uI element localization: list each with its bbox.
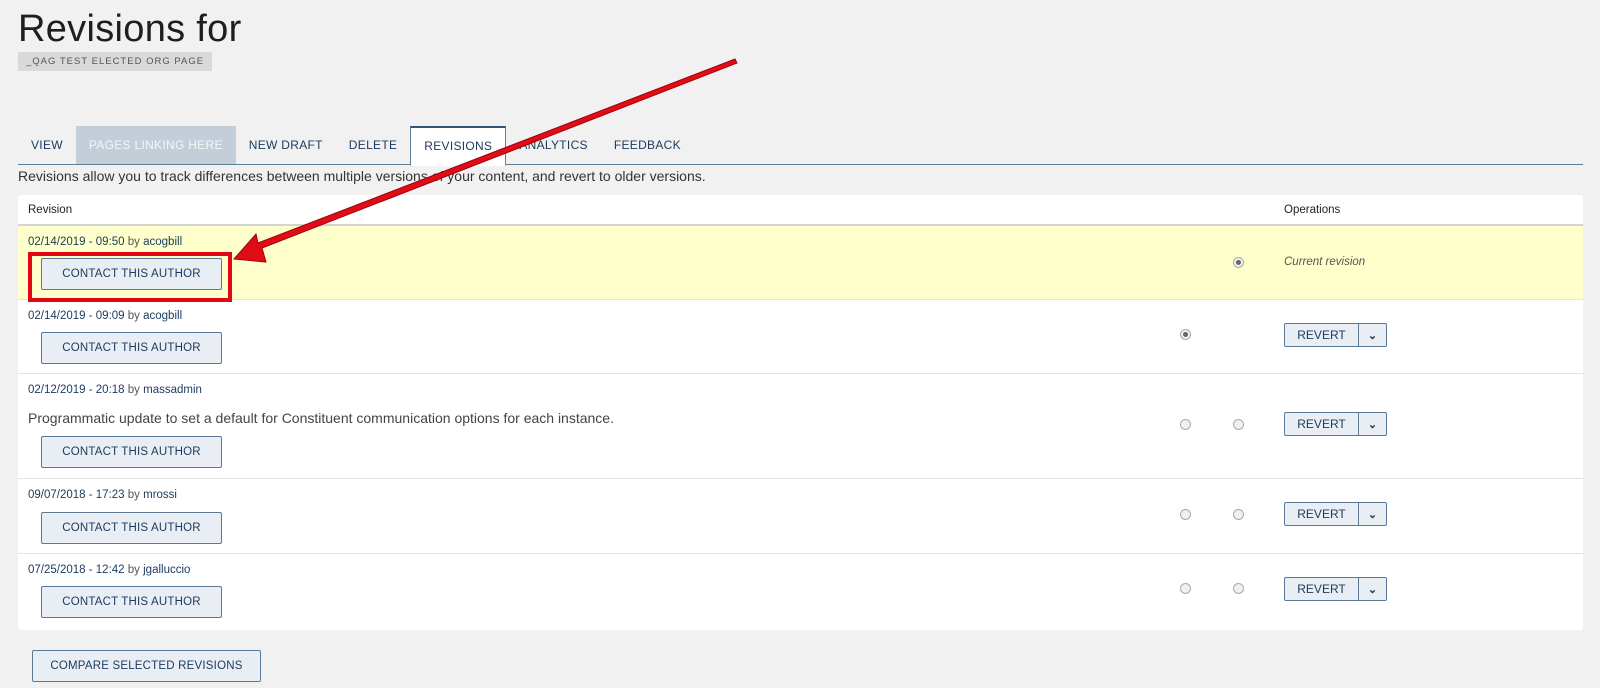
table-row: 02/12/2019 - 20:18 by massadmin Programm…	[18, 374, 1583, 479]
page-subtitle-tag: _QAG TEST ELECTED ORG PAGE	[18, 52, 213, 71]
contact-author-button[interactable]: CONTACT THIS AUTHOR	[41, 258, 222, 290]
compare-radio-right[interactable]	[1233, 509, 1244, 520]
tabs-bar: VIEW PAGES LINKING HERE NEW DRAFT DELETE…	[18, 126, 1583, 166]
revert-button[interactable]: REVERT	[1285, 503, 1359, 525]
revert-split-button: REVERT ⌄	[1284, 502, 1387, 526]
compare-radio-right[interactable]	[1233, 257, 1244, 268]
revision-date-link[interactable]: 02/12/2019 - 20:18	[28, 384, 125, 396]
revision-date-link[interactable]: 02/14/2019 - 09:09	[28, 310, 125, 322]
chevron-down-icon[interactable]: ⌄	[1359, 503, 1386, 525]
tab-delete[interactable]: DELETE	[336, 126, 410, 164]
table-row: 07/25/2018 - 12:42 by jgalluccio CONTACT…	[18, 554, 1583, 628]
revision-meta: 09/07/2018 - 17:23 by mrossi	[28, 489, 177, 501]
contact-author-button[interactable]: CONTACT THIS AUTHOR	[41, 436, 222, 468]
compare-radio-left[interactable]	[1180, 583, 1191, 594]
column-header-operations: Operations	[1284, 204, 1341, 216]
compare-radio-left[interactable]	[1180, 329, 1191, 340]
compare-radio-right[interactable]	[1233, 419, 1244, 430]
table-row: 09/07/2018 - 17:23 by mrossi CONTACT THI…	[18, 479, 1583, 554]
revision-date-link[interactable]: 07/25/2018 - 12:42	[28, 564, 125, 576]
tab-revisions[interactable]: REVISIONS	[410, 126, 507, 166]
tab-view[interactable]: VIEW	[18, 126, 76, 164]
revision-date-link[interactable]: 02/14/2019 - 09:50	[28, 236, 125, 248]
by-label: by	[127, 489, 140, 501]
revision-author-link[interactable]: acogbill	[143, 310, 182, 322]
revision-author-link[interactable]: massadmin	[143, 384, 202, 396]
revert-split-button: REVERT ⌄	[1284, 323, 1387, 347]
table-row: 02/14/2019 - 09:50 by acogbill CONTACT T…	[18, 226, 1583, 300]
revision-date-link[interactable]: 09/07/2018 - 17:23	[28, 489, 125, 501]
revision-log-message: Programmatic update to set a default for…	[28, 410, 614, 426]
revert-split-button: REVERT ⌄	[1284, 412, 1387, 436]
revert-button[interactable]: REVERT	[1285, 413, 1359, 435]
compare-selected-revisions-button[interactable]: COMPARE SELECTED REVISIONS	[32, 650, 261, 682]
page-title: Revisions for	[18, 8, 242, 50]
revision-author-link[interactable]: mrossi	[143, 489, 177, 501]
revision-meta: 02/14/2019 - 09:50 by acogbill	[28, 236, 182, 248]
current-revision-label: Current revision	[1284, 256, 1366, 268]
revision-meta: 07/25/2018 - 12:42 by jgalluccio	[28, 564, 190, 576]
contact-author-button[interactable]: CONTACT THIS AUTHOR	[41, 332, 222, 364]
tab-analytics[interactable]: ANALYTICS	[506, 126, 601, 164]
revisions-table: Revision Operations 02/14/2019 - 09:50 b…	[18, 195, 1583, 630]
revert-button[interactable]: REVERT	[1285, 324, 1359, 346]
chevron-down-icon[interactable]: ⌄	[1359, 578, 1386, 600]
contact-author-button[interactable]: CONTACT THIS AUTHOR	[41, 586, 222, 618]
table-row: 02/14/2019 - 09:09 by acogbill CONTACT T…	[18, 300, 1583, 374]
revert-split-button: REVERT ⌄	[1284, 577, 1387, 601]
contact-author-button[interactable]: CONTACT THIS AUTHOR	[41, 512, 222, 544]
revision-meta: 02/12/2019 - 20:18 by massadmin	[28, 384, 202, 396]
compare-radio-right[interactable]	[1233, 583, 1244, 594]
chevron-down-icon[interactable]: ⌄	[1359, 324, 1386, 346]
revision-author-link[interactable]: acogbill	[143, 236, 182, 248]
revert-button[interactable]: REVERT	[1285, 578, 1359, 600]
chevron-down-icon[interactable]: ⌄	[1359, 413, 1386, 435]
column-header-revision: Revision	[28, 204, 73, 216]
revisions-description: Revisions allow you to track differences…	[18, 168, 706, 184]
tab-pages-linking-here[interactable]: PAGES LINKING HERE	[75, 126, 236, 164]
tab-feedback[interactable]: FEEDBACK	[601, 126, 694, 164]
by-label: by	[127, 564, 140, 576]
table-header: Revision Operations	[18, 195, 1583, 226]
revision-meta: 02/14/2019 - 09:09 by acogbill	[28, 310, 182, 322]
by-label: by	[127, 384, 140, 396]
revision-author-link[interactable]: jgalluccio	[143, 564, 190, 576]
tab-new-draft[interactable]: NEW DRAFT	[236, 126, 336, 164]
by-label: by	[127, 236, 140, 248]
compare-radio-left[interactable]	[1180, 419, 1191, 430]
by-label: by	[127, 310, 140, 322]
compare-radio-left[interactable]	[1180, 509, 1191, 520]
